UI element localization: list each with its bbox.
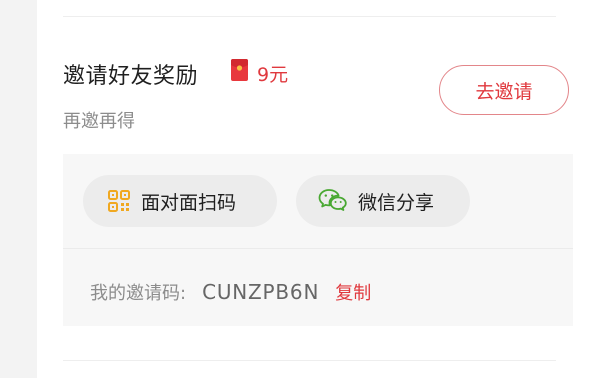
invite-code-label: 我的邀请码: — [90, 283, 187, 304]
reward-amount: 9元 — [257, 64, 289, 86]
go-invite-button[interactable]: 去邀请 — [439, 65, 569, 115]
copy-code-link[interactable]: 复制 — [335, 279, 371, 305]
invite-subtitle: 再邀再得 — [63, 111, 135, 132]
face-to-face-label: 面对面扫码 — [141, 191, 237, 214]
top-divider — [63, 16, 556, 17]
invite-code-row: 我的邀请码: CUNZPB6N 复制 — [90, 278, 371, 306]
bottom-divider — [63, 360, 556, 361]
face-to-face-scan-button[interactable]: 面对面扫码 — [83, 175, 277, 227]
wechat-icon — [318, 189, 347, 211]
invite-reward-title: 邀请好友奖励 — [63, 64, 199, 89]
wechat-share-label: 微信分享 — [358, 191, 435, 214]
wechat-share-button[interactable]: 微信分享 — [296, 175, 470, 227]
invite-code-value: CUNZPB6N — [202, 280, 320, 304]
red-packet-icon — [231, 59, 248, 81]
qr-code-icon — [108, 190, 130, 212]
panel-divider — [63, 248, 573, 249]
